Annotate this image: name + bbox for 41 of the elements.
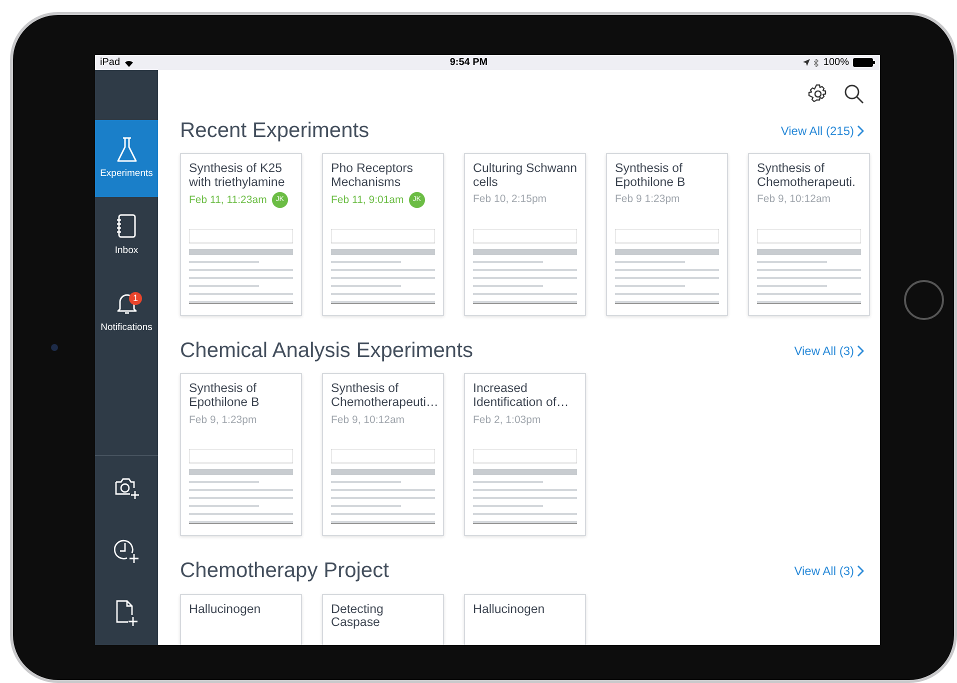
section-title: Chemotherapy Project bbox=[180, 558, 389, 584]
document-title: Synthesis of Chemotherapeuti. bbox=[757, 162, 856, 190]
document-title: Culturing Schwann cells bbox=[473, 162, 577, 190]
view-all-link[interactable]: View All (215) bbox=[780, 122, 864, 140]
section-title: Chemical Analysis Experiments bbox=[180, 338, 473, 364]
document-card[interactable]: Hallucinogen bbox=[464, 594, 586, 645]
document-title: Hallucinogen bbox=[473, 602, 546, 616]
document-title: Hallucinogen bbox=[189, 602, 262, 616]
document-title: Synthesis of Chemotherapeuti… bbox=[331, 382, 435, 410]
document-card[interactable]: Detecting Caspase bbox=[322, 594, 444, 645]
document-date: Feb 2, 1:03pm bbox=[473, 412, 541, 428]
notification-badge: 1 bbox=[129, 292, 142, 305]
document-title: Pho Receptors Mechanisms bbox=[331, 162, 414, 190]
document-title: Synthesis of K25 with triethylamine bbox=[189, 162, 286, 190]
view-all-link[interactable]: View All (3) bbox=[794, 342, 864, 360]
document-card[interactable]: Culturing Schwann cells Feb 10, 2:15pm bbox=[464, 153, 586, 316]
document-title: Increased Identification of… bbox=[473, 382, 570, 410]
document-card[interactable]: Synthesis of Epothilone B Feb 9 1:23pm bbox=[606, 153, 728, 316]
view-all-link[interactable]: View All (3) bbox=[794, 562, 864, 580]
document-date: Feb 9, 10:12am bbox=[757, 192, 831, 208]
document-title: Synthesis of Epothilone B bbox=[615, 162, 686, 190]
document-date: Feb 11, 9:01am bbox=[331, 192, 404, 208]
document-card[interactable]: Hallucinogen bbox=[180, 594, 302, 645]
document-card[interactable]: Synthesis of Epothilone B Feb 9, 1:23pm bbox=[180, 373, 302, 536]
document-title: Detecting Caspase bbox=[331, 602, 384, 630]
document-card[interactable]: Increased Identification of… Feb 2, 1:03pm bbox=[464, 373, 586, 536]
document-date: Feb 10, 2:15pm bbox=[473, 192, 547, 208]
clock: 9:54 PM bbox=[450, 57, 488, 68]
section-title: Recent Experiments bbox=[180, 118, 370, 144]
document-date: Feb 9, 10:12am bbox=[331, 412, 405, 428]
sidebar-tab[interactable]: Experiments bbox=[95, 120, 158, 197]
sidebar-tab[interactable]: Notifications 1 bbox=[95, 274, 158, 351]
document-date: Feb 11, 11:23am bbox=[189, 192, 267, 208]
document-title: Synthesis of Epothilone B bbox=[189, 382, 260, 410]
sidebar-tab[interactable]: Inbox bbox=[95, 197, 158, 274]
document-card[interactable]: Synthesis of Chemotherapeuti… Feb 9, 10:12am bbox=[322, 373, 444, 536]
document-date: Feb 9 1:23pm bbox=[615, 192, 680, 208]
battery-percent: 100% bbox=[823, 56, 849, 70]
device-label: iPad bbox=[100, 56, 120, 70]
document-date: Feb 9, 1:23pm bbox=[189, 412, 257, 428]
document-card[interactable]: Synthesis of Chemotherapeuti. Feb 9, 10:12am bbox=[748, 153, 870, 316]
